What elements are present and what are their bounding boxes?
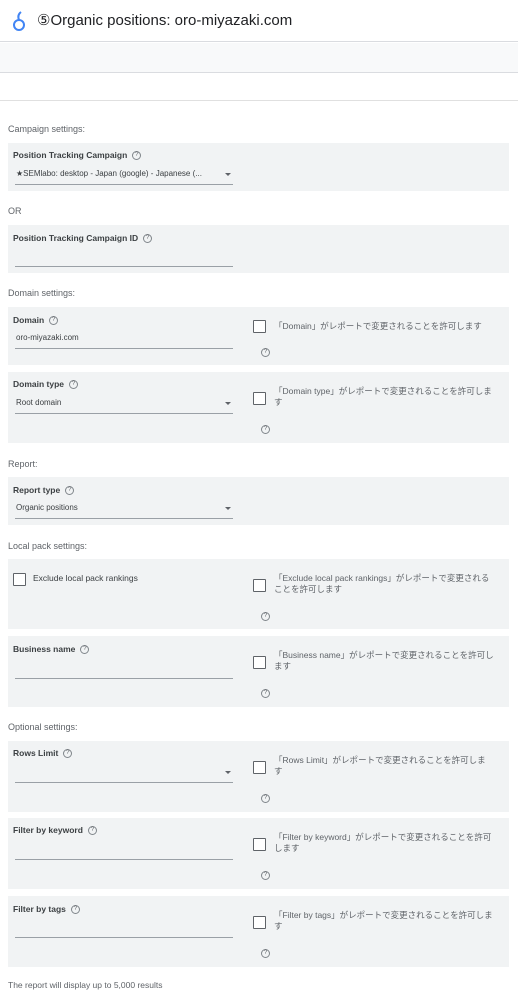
- rows-limit-card: Rows Limit ? 「Rows Limit」がレポートで変更されることを許…: [8, 741, 509, 812]
- exclude-local-label: Exclude local pack rankings: [33, 573, 138, 583]
- exclude-local-checkbox[interactable]: [13, 573, 26, 586]
- section-report: Report:: [8, 459, 38, 469]
- allow-rows-limit-label: 「Rows Limit」がレポートで変更されることを許可します: [274, 755, 486, 776]
- help-icon[interactable]: ?: [69, 379, 79, 389]
- help-icon[interactable]: ?: [63, 748, 73, 758]
- allow-rows-limit-checkbox[interactable]: [253, 761, 266, 774]
- campaign-select-value: ★SEMlabo: desktop - Japan (google) - Jap…: [16, 169, 202, 178]
- domain-type-label: Domain type: [13, 379, 65, 389]
- toolbar: [0, 43, 518, 73]
- results-limit-note: The report will display up to 5,000 resu…: [8, 980, 163, 990]
- help-icon[interactable]: ?: [49, 315, 59, 325]
- allow-filter-keyword-label: 「Filter by keyword」がレポートで変更されることを許可します: [274, 832, 492, 853]
- report-type-select[interactable]: Organic positions: [15, 502, 233, 519]
- chevron-down-icon: [225, 507, 231, 510]
- allow-exclude-local-checkbox[interactable]: [253, 579, 266, 592]
- campaign-select[interactable]: ★SEMlabo: desktop - Japan (google) - Jap…: [15, 168, 233, 185]
- allow-filter-tags-label: 「Filter by tags」がレポートで変更されることを許可します: [274, 910, 493, 931]
- filter-keyword-card: Filter by keyword ? 「Filter by keyword」が…: [8, 818, 509, 889]
- allow-domain-type-label: 「Domain type」がレポートで変更されることを許可します: [274, 386, 492, 407]
- domain-type-card: Domain type ? Root domain 「Domain type」が…: [8, 372, 509, 443]
- rows-limit-select[interactable]: [15, 766, 233, 783]
- domain-type-select-value: Root domain: [16, 398, 62, 407]
- report-type-label: Report type: [13, 485, 61, 495]
- help-icon[interactable]: ?: [261, 425, 270, 434]
- filter-keyword-input[interactable]: [15, 843, 233, 860]
- help-icon[interactable]: ?: [261, 871, 270, 880]
- section-campaign-settings: Campaign settings:: [8, 124, 86, 134]
- domain-input[interactable]: oro-miyazaki.com: [15, 332, 233, 349]
- help-icon[interactable]: ?: [80, 644, 90, 654]
- allow-exclude-local-label: 「Exclude local pack rankings」がレポートで変更される…: [274, 573, 490, 594]
- sub-toolbar: [0, 74, 518, 101]
- help-icon[interactable]: ?: [132, 150, 142, 160]
- allow-domain-checkbox[interactable]: [253, 320, 266, 333]
- section-or: OR: [8, 206, 22, 216]
- campaign-card: Position Tracking Campaign ? ★SEMlabo: d…: [8, 143, 509, 191]
- rows-limit-label: Rows Limit: [13, 748, 59, 758]
- chevron-down-icon: [225, 402, 231, 405]
- help-icon[interactable]: ?: [261, 949, 270, 958]
- filter-keyword-label: Filter by keyword: [13, 825, 83, 835]
- allow-domain-label: 「Domain」がレポートで変更されることを許可します: [274, 321, 482, 331]
- campaign-id-input[interactable]: [15, 250, 233, 267]
- filter-tags-card: Filter by tags ? 「Filter by tags」がレポートで変…: [8, 896, 509, 967]
- campaign-id-label: Position Tracking Campaign ID: [13, 233, 139, 243]
- report-type-select-value: Organic positions: [16, 503, 78, 512]
- help-icon[interactable]: ?: [261, 794, 270, 803]
- section-optional-settings: Optional settings:: [8, 722, 78, 732]
- allow-filter-tags-checkbox[interactable]: [253, 916, 266, 929]
- chevron-down-icon: [225, 771, 231, 774]
- page-title: ⑤Organic positions: oro-miyazaki.com: [37, 12, 293, 29]
- campaign-label: Position Tracking Campaign: [13, 150, 128, 160]
- allow-business-name-label: 「Business name」がレポートで変更されることを許可します: [274, 650, 494, 671]
- section-domain-settings: Domain settings:: [8, 288, 76, 298]
- campaign-id-card: Position Tracking Campaign ID ?: [8, 225, 509, 273]
- business-name-card: Business name ? 「Business name」がレポートで変更さ…: [8, 636, 509, 707]
- allow-domain-type-checkbox[interactable]: [253, 392, 266, 405]
- filter-tags-label: Filter by tags: [13, 904, 66, 914]
- help-icon[interactable]: ?: [261, 689, 270, 698]
- allow-business-name-checkbox[interactable]: [253, 656, 266, 669]
- allow-filter-keyword-checkbox[interactable]: [253, 838, 266, 851]
- section-local-pack-settings: Local pack settings:: [8, 541, 88, 551]
- business-name-input[interactable]: [15, 662, 233, 679]
- help-icon[interactable]: ?: [87, 825, 97, 835]
- connector-logo-icon: [13, 11, 25, 31]
- domain-card: Domain ? oro-miyazaki.com 「Domain」がレポートで…: [8, 307, 509, 365]
- domain-type-select[interactable]: Root domain: [15, 397, 233, 414]
- filter-tags-input[interactable]: [15, 921, 233, 938]
- chevron-down-icon: [225, 173, 231, 176]
- domain-label: Domain: [13, 315, 45, 325]
- help-icon[interactable]: ?: [261, 348, 270, 357]
- business-name-label: Business name: [13, 644, 76, 654]
- help-icon[interactable]: ?: [261, 612, 270, 621]
- help-icon[interactable]: ?: [70, 904, 80, 914]
- help-icon[interactable]: ?: [65, 485, 75, 495]
- help-icon[interactable]: ?: [143, 233, 153, 243]
- app-header: ⑤Organic positions: oro-miyazaki.com: [0, 0, 518, 42]
- report-type-card: Report type ? Organic positions: [8, 477, 509, 525]
- exclude-local-card: Exclude local pack rankings 「Exclude loc…: [8, 559, 509, 629]
